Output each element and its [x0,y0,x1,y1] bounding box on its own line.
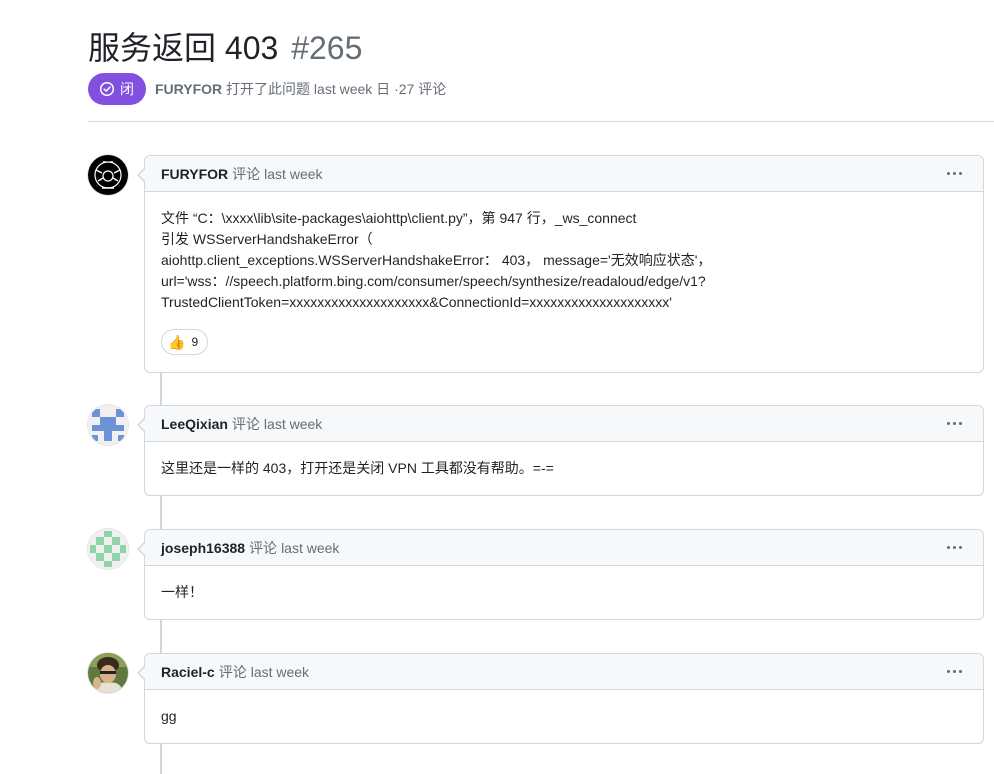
black-emblem-avatar[interactable] [88,155,128,195]
comment-text-line: 一样！ [161,584,203,600]
comment-text-line: url='wss：//speech.platform.bing.com/cons… [161,273,706,289]
issue-title-row: 服务返回 403 #265 [88,26,362,70]
state-label: 闭 [120,81,134,97]
kebab-menu-icon[interactable] [941,414,967,434]
issue-meta-text: FURYFOR 打开了此问题 last week 日 ·27 评论 [155,79,446,99]
comment-text-line: TrustedClientToken=xxxxxxxxxxxxxxxxxxxx&… [161,294,672,310]
reaction-button[interactable]: 👍 9 [161,329,209,355]
comment-action: 评论 [218,663,247,680]
comment-text-line: gg [161,708,177,724]
issue-title: 服务返回 403 [88,30,279,66]
kebab-menu-icon[interactable] [941,662,967,682]
timeline-connector [160,620,162,653]
photo-avatar[interactable] [88,653,128,693]
issue-number: #265 [291,30,363,66]
comment-text-line: 引发 WSServerHandshakeError（ [161,231,373,247]
comment-body: 一样！ [145,566,983,603]
issue-author-link[interactable]: FURYFOR [155,81,222,97]
comment-timestamp[interactable]: last week [251,664,309,680]
comment-timestamp[interactable]: last week [281,540,339,556]
issue-opened-text: 打开了此问题 last week 日 ·27 评论 [226,81,447,97]
comment-action: 评论 [231,415,260,432]
check-circle-icon [99,81,115,97]
comment-header: FURYFOR 评论 last week [145,156,983,192]
comment-text-line: 文件 “C：\xxxx\lib\site-packages\aiohttp\cl… [161,210,637,226]
comment-action: 评论 [249,539,278,556]
comment-author[interactable]: LeeQixian [161,416,228,432]
comment-box: Raciel-c 评论 last week gg [137,653,984,744]
green-identicon-avatar[interactable] [88,529,128,569]
comment-timestamp[interactable]: last week [264,416,322,432]
timeline-connector [160,372,162,405]
comment-header: joseph16388 评论 last week [145,530,983,566]
comment-author[interactable]: FURYFOR [161,166,228,182]
reaction-count: 9 [191,334,199,349]
comment-box: joseph16388 评论 last week 一样！ [137,529,984,620]
kebab-menu-icon[interactable] [941,164,967,184]
timeline-connector [160,496,162,529]
closed-state-badge: 闭 [88,73,146,105]
issue-meta: 闭 FURYFOR 打开了此问题 last week 日 ·27 评论 [88,73,446,105]
comment-action: 评论 [232,165,261,182]
comment-author[interactable]: joseph16388 [161,540,245,556]
comment-box: LeeQixian 评论 last week 这里还是一样的 403，打开还是关… [137,405,984,496]
comment-body: 这里还是一样的 403，打开还是关闭 VPN 工具都没有帮助。=-= [145,442,983,479]
issue-page: 服务返回 403 #265 闭 FURYFOR 打开了此问题 last week… [88,0,994,774]
comment-box: FURYFOR 评论 last week 文件 “C：\xxxx\lib\sit… [137,155,984,373]
comment-text-line: 这里还是一样的 403，打开还是关闭 VPN 工具都没有帮助。=-= [161,460,554,476]
comment-author[interactable]: Raciel-c [161,664,215,680]
comment-header: LeeQixian 评论 last week [145,406,983,442]
comment-timestamp[interactable]: last week [264,166,322,182]
comment-header: Raciel-c 评论 last week [145,654,983,690]
blue-identicon-avatar[interactable] [88,405,128,445]
comment-text-line: aiohttp.client_exceptions.WSServerHandsh… [161,252,712,268]
thumbs-up-icon: 👍 [168,334,186,350]
comment-body: gg [145,690,983,727]
kebab-menu-icon[interactable] [941,538,967,558]
comment-body: 文件 “C：\xxxx\lib\site-packages\aiohttp\cl… [145,192,983,355]
header-divider [88,121,994,122]
timeline-connector [160,744,162,774]
